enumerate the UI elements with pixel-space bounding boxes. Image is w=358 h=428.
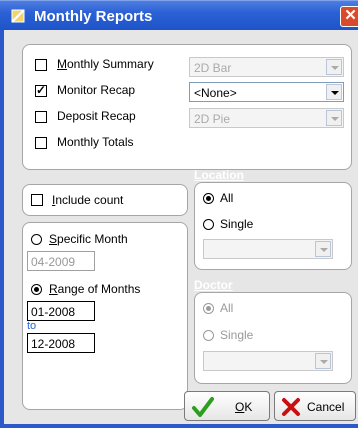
range-to-input[interactable]: 12-2008	[27, 333, 95, 353]
specific-month-value: 04-2009	[31, 255, 76, 269]
monitor-recap-chart-select[interactable]: <None>	[189, 82, 344, 102]
doctor-single-radio[interactable]	[203, 330, 214, 341]
range-to-value: 12-2008	[31, 337, 76, 351]
range-from-value: 01-2008	[31, 305, 76, 319]
chevron-down-icon[interactable]	[326, 84, 342, 100]
close-icon: ✕	[344, 7, 357, 24]
location-single-radio[interactable]	[203, 219, 214, 230]
monthly-summary-chart-select[interactable]: 2D Bar	[189, 57, 344, 77]
include-count-text: nclude count	[55, 193, 124, 207]
monthly-summary-text: onthly Summary	[67, 57, 154, 71]
monthly-totals-label: Monthly Totals	[57, 135, 134, 149]
deposit-recap-chart-select[interactable]: 2D Pie	[189, 108, 344, 128]
location-single-label: Single	[220, 217, 254, 231]
doctor-title: Doctor	[194, 278, 233, 292]
location-panel: All Single	[194, 182, 352, 270]
monitor-recap-checkbox[interactable]	[35, 83, 47, 97]
monthly-summary-checkbox[interactable]	[35, 59, 47, 71]
monthly-summary-chart-value: 2D Bar	[194, 61, 232, 75]
range-from-input[interactable]: 01-2008	[27, 301, 95, 321]
cancel-button[interactable]: Cancel	[274, 391, 356, 421]
date-panel: Specific Month 04-2009 Range of Months 0…	[22, 222, 188, 410]
location-title: Location	[194, 168, 244, 182]
to-label: to	[27, 320, 37, 332]
doctor-all-label: All	[220, 301, 234, 315]
chevron-down-icon[interactable]	[326, 110, 342, 126]
ok-text: K	[244, 400, 253, 414]
doctor-select[interactable]	[203, 351, 333, 371]
specific-month-input[interactable]: 04-2009	[27, 251, 95, 271]
window-title: Monthly Reports	[34, 8, 153, 25]
location-all-radio[interactable]	[203, 193, 214, 204]
app-icon	[11, 9, 25, 23]
include-count-checkbox[interactable]	[31, 194, 43, 206]
range-of-months-text: ange of Months	[57, 282, 141, 296]
ok-label: OK	[235, 400, 253, 414]
deposit-recap-chart-value: 2D Pie	[194, 112, 231, 126]
location-all-label: All	[220, 191, 234, 205]
monitor-recap-label: Monitor Recap	[57, 83, 136, 97]
doctor-all-radio[interactable]	[203, 303, 214, 314]
chevron-down-icon[interactable]	[326, 59, 342, 75]
ok-button[interactable]: OK	[184, 391, 270, 421]
doctor-panel: All Single	[194, 292, 352, 384]
range-of-months-radio[interactable]	[31, 284, 42, 295]
close-button[interactable]: ✕	[340, 6, 358, 27]
include-count-label: Include count	[52, 193, 124, 207]
chevron-down-icon[interactable]	[315, 353, 331, 369]
doctor-single-label: Single	[220, 328, 254, 342]
chevron-down-icon[interactable]	[315, 241, 331, 257]
monthly-totals-checkbox[interactable]	[35, 137, 47, 149]
monthly-summary-label: Monthly Summary	[57, 57, 154, 71]
location-select[interactable]	[203, 239, 333, 259]
include-count-panel: Include count	[22, 184, 188, 216]
specific-month-radio[interactable]	[31, 234, 42, 245]
range-of-months-label: Range of Months	[49, 282, 141, 296]
deposit-recap-label: Deposit Recap	[57, 109, 136, 123]
x-icon	[282, 398, 300, 416]
deposit-recap-checkbox[interactable]	[35, 111, 47, 123]
cancel-label: Cancel	[307, 400, 345, 414]
specific-month-label: Specific Month	[49, 232, 128, 246]
monitor-recap-chart-value: <None>	[194, 86, 237, 100]
check-icon	[192, 397, 214, 417]
specific-month-text: pecific Month	[57, 232, 128, 246]
report-panel: Monthly Summary 2D Bar Monitor Recap <No…	[22, 44, 352, 170]
dialog-client: Monthly Summary 2D Bar Monitor Recap <No…	[4, 30, 358, 424]
title-bar[interactable]: Monthly Reports ✕	[0, 0, 358, 30]
